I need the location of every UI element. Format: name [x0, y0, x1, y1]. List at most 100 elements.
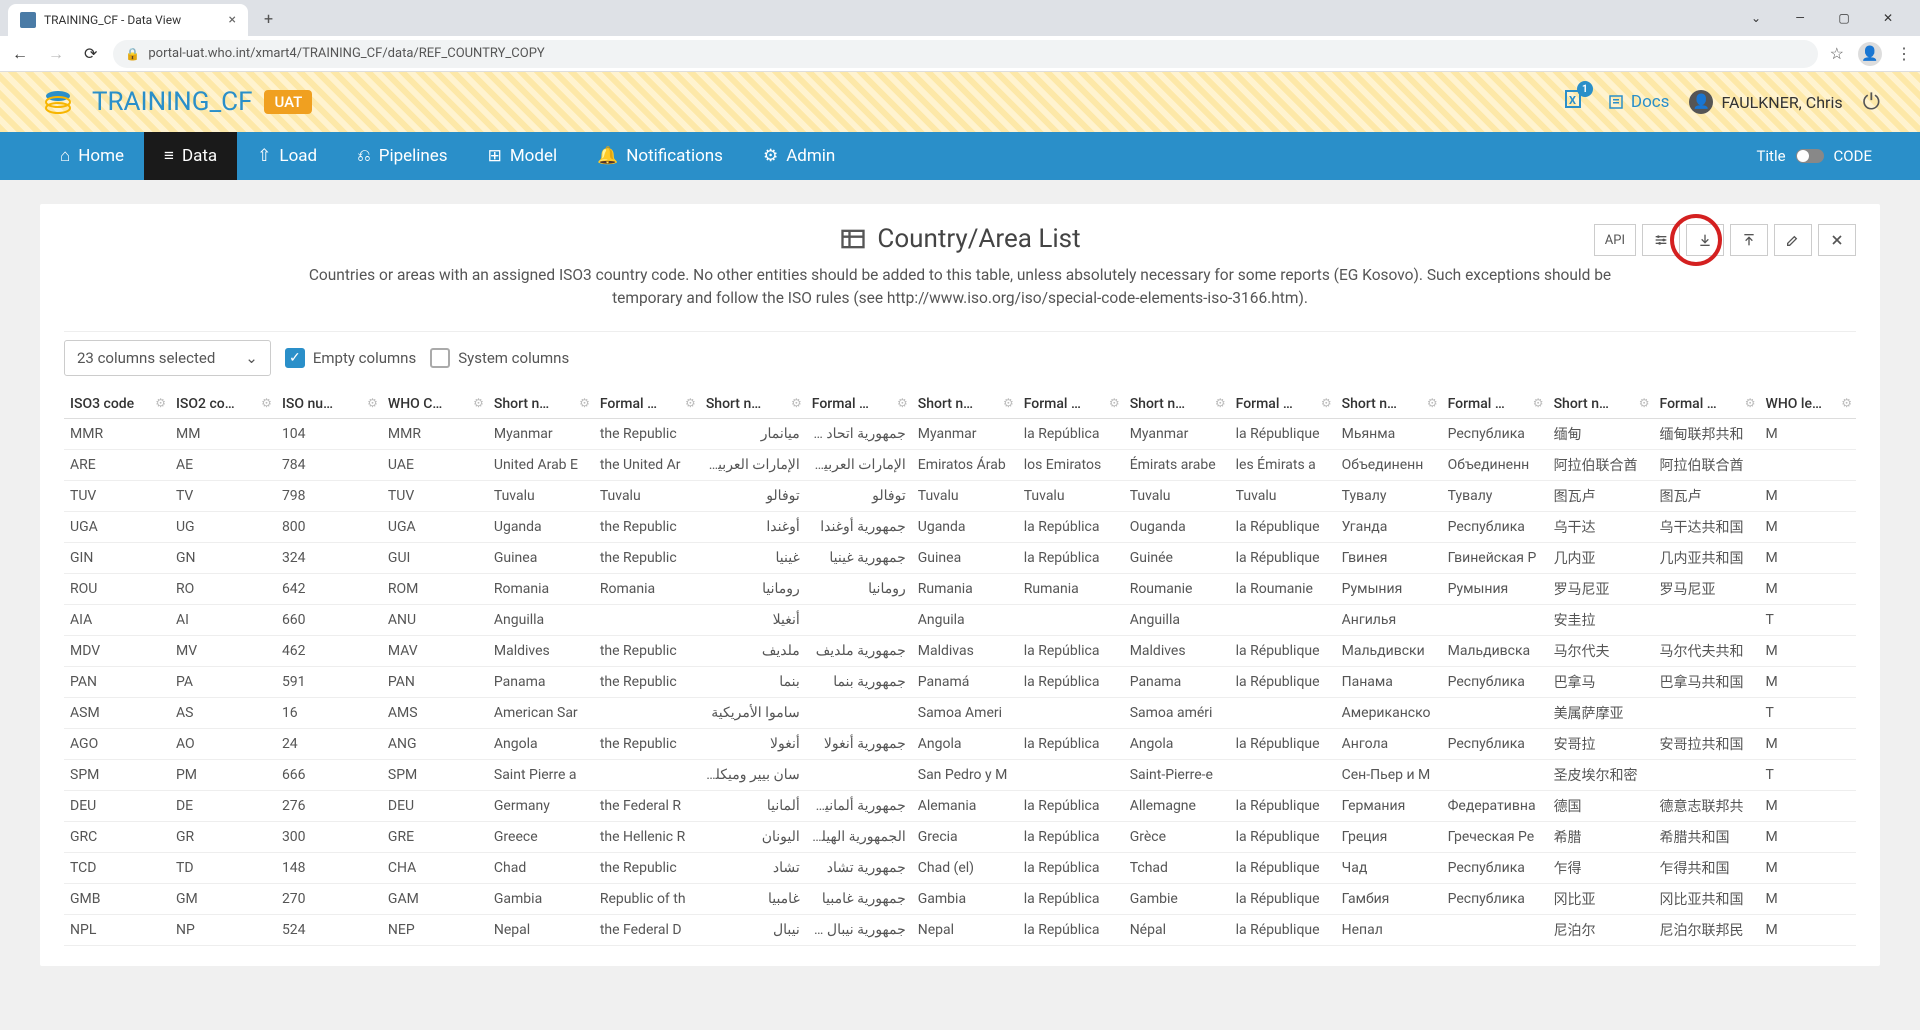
- column-gear-icon[interactable]: ⚙: [685, 396, 696, 410]
- column-header[interactable]: Short n…⚙: [912, 390, 1018, 419]
- table-cell: غامبيا: [700, 883, 806, 914]
- column-header[interactable]: WHO C…⚙: [382, 390, 488, 419]
- nav-item-home[interactable]: ⌂Home: [40, 132, 144, 180]
- empty-columns-checkbox[interactable]: ✓ Empty columns: [285, 348, 416, 368]
- browser-tab[interactable]: TRAINING_CF - Data View ×: [8, 4, 248, 36]
- nav-item-load[interactable]: ⇧Load: [237, 132, 337, 180]
- column-header[interactable]: Formal …⚙: [1018, 390, 1124, 419]
- column-gear-icon[interactable]: ⚙: [1109, 396, 1120, 410]
- table-cell: Guinea: [912, 542, 1018, 573]
- table-row[interactable]: DEUDE276DEUGermanythe Federal Rألمانياجم…: [64, 790, 1856, 821]
- column-gear-icon[interactable]: ⚙: [261, 396, 272, 410]
- table-row[interactable]: ROURO642ROMRomaniaRomaniaرومانيارومانياR…: [64, 573, 1856, 604]
- table-row[interactable]: GINGN324GUIGuineathe Republicغينياجمهوري…: [64, 542, 1856, 573]
- excel-export-button[interactable]: X 1: [1563, 87, 1587, 117]
- columns-select[interactable]: 23 columns selected ⌄: [64, 340, 271, 376]
- column-header[interactable]: ISO3 code⚙: [64, 390, 170, 419]
- table-cell: MMR: [64, 418, 170, 449]
- table-cell: M: [1760, 511, 1857, 542]
- table-cell: Gambia: [488, 883, 594, 914]
- table-row[interactable]: GMBGM270GAMGambiaRepublic of thغامبياجمه…: [64, 883, 1856, 914]
- caret-down-icon[interactable]: ⌄: [1744, 11, 1768, 25]
- column-header[interactable]: Short n…⚙: [1336, 390, 1442, 419]
- nav-item-notifications[interactable]: 🔔Notifications: [577, 132, 743, 180]
- column-gear-icon[interactable]: ⚙: [579, 396, 590, 410]
- settings-button[interactable]: [1642, 224, 1680, 256]
- table-row[interactable]: MDVMV462MAVMaldivesthe Republicملديفجمهو…: [64, 635, 1856, 666]
- column-header[interactable]: Short n…⚙: [488, 390, 594, 419]
- column-header[interactable]: Short n…⚙: [1548, 390, 1654, 419]
- column-header[interactable]: ISO2 co…⚙: [170, 390, 276, 419]
- reload-button[interactable]: ⟳: [80, 40, 101, 67]
- column-header[interactable]: Formal …⚙: [1654, 390, 1760, 419]
- column-header[interactable]: Short n…⚙: [700, 390, 806, 419]
- table-row[interactable]: PANPA591PANPanamathe Republicبنماجمهورية…: [64, 666, 1856, 697]
- table-row[interactable]: AGOAO24ANGAngolathe Republicأنغولاجمهوري…: [64, 728, 1856, 759]
- column-gear-icon[interactable]: ⚙: [1215, 396, 1226, 410]
- back-button[interactable]: ←: [8, 40, 32, 68]
- table-cell: Romania: [594, 573, 700, 604]
- forward-button[interactable]: →: [44, 40, 68, 68]
- column-gear-icon[interactable]: ⚙: [1841, 396, 1852, 410]
- nav-item-pipelines[interactable]: ⎌Pipelines: [337, 132, 467, 180]
- table-row[interactable]: AIAAI660ANUAnguillaأنغيلاAnguilaAnguilla…: [64, 604, 1856, 635]
- table-cell: Гвинейская Р: [1442, 542, 1548, 573]
- table-cell: UG: [170, 511, 276, 542]
- table-cell: جمهورية غينيا: [806, 542, 912, 573]
- column-header[interactable]: WHO le…⚙: [1760, 390, 1857, 419]
- table-row[interactable]: TUVTV798TUVTuvaluTuvaluتوفالوتوفالوTuval…: [64, 480, 1856, 511]
- table-row[interactable]: UGAUG800UGAUgandathe Republicأوغنداجمهور…: [64, 511, 1856, 542]
- power-button[interactable]: ⏻: [1863, 90, 1880, 115]
- api-button[interactable]: API: [1594, 224, 1636, 256]
- column-header[interactable]: ISO nu…⚙: [276, 390, 382, 419]
- column-gear-icon[interactable]: ⚙: [1427, 396, 1438, 410]
- table-cell: 784: [276, 449, 382, 480]
- edit-button[interactable]: [1774, 224, 1812, 256]
- column-gear-icon[interactable]: ⚙: [1745, 396, 1756, 410]
- title-code-toggle[interactable]: [1796, 149, 1824, 163]
- minimize-icon[interactable]: ―: [1788, 11, 1812, 25]
- table-cell: 希腊共和国: [1654, 821, 1760, 852]
- kebab-menu-icon[interactable]: ⋮: [1896, 44, 1912, 63]
- table-row[interactable]: ASMAS16AMSAmerican Sarساموا الأمريكيةSam…: [64, 697, 1856, 728]
- column-header[interactable]: Formal …⚙: [594, 390, 700, 419]
- nav-item-data[interactable]: ≡Data: [144, 132, 237, 180]
- table-cell: SPM: [64, 759, 170, 790]
- nav-item-model[interactable]: ⊞Model: [468, 132, 578, 180]
- new-tab-button[interactable]: +: [256, 5, 281, 32]
- table-row[interactable]: GRCGR300GREGreecethe Hellenic Rاليونانال…: [64, 821, 1856, 852]
- column-header[interactable]: Short n…⚙: [1124, 390, 1230, 419]
- column-gear-icon[interactable]: ⚙: [897, 396, 908, 410]
- column-gear-icon[interactable]: ⚙: [155, 396, 166, 410]
- column-gear-icon[interactable]: ⚙: [1003, 396, 1014, 410]
- system-columns-checkbox[interactable]: System columns: [430, 348, 569, 368]
- column-gear-icon[interactable]: ⚙: [1533, 396, 1544, 410]
- column-header[interactable]: Formal …⚙: [806, 390, 912, 419]
- table-cell: GM: [170, 883, 276, 914]
- user-chip[interactable]: 👤 FAULKNER, Chris: [1689, 90, 1842, 114]
- close-window-icon[interactable]: ✕: [1876, 11, 1900, 25]
- bookmark-star-icon[interactable]: ☆: [1830, 44, 1844, 63]
- table-row[interactable]: NPLNP524NEPNepalthe Federal Dنيبالجمهوري…: [64, 914, 1856, 945]
- column-gear-icon[interactable]: ⚙: [1639, 396, 1650, 410]
- upload-button[interactable]: [1730, 224, 1768, 256]
- table-row[interactable]: SPMPM666SPMSaint Pierre aسان بيير وميكلو…: [64, 759, 1856, 790]
- docs-link[interactable]: Docs: [1607, 92, 1670, 112]
- address-bar[interactable]: 🔒 portal-uat.who.int/xmart4/TRAINING_CF/…: [113, 40, 1817, 68]
- column-gear-icon[interactable]: ⚙: [791, 396, 802, 410]
- table-cell: ANG: [382, 728, 488, 759]
- profile-button[interactable]: 👤: [1858, 42, 1882, 66]
- close-panel-button[interactable]: [1818, 224, 1856, 256]
- table-row[interactable]: MMRMM104MMRMyanmarthe Republicميانمارجمه…: [64, 418, 1856, 449]
- column-header[interactable]: Formal …⚙: [1230, 390, 1336, 419]
- column-header[interactable]: Formal …⚙: [1442, 390, 1548, 419]
- table-row[interactable]: AREAE784UAEUnited Arab Ethe United Arالإ…: [64, 449, 1856, 480]
- column-gear-icon[interactable]: ⚙: [473, 396, 484, 410]
- maximize-icon[interactable]: ▢: [1832, 11, 1856, 25]
- column-gear-icon[interactable]: ⚙: [1321, 396, 1332, 410]
- table-row[interactable]: TCDTD148CHAChadthe Republicتشادجمهورية ت…: [64, 852, 1856, 883]
- nav-item-admin[interactable]: ⚙Admin: [743, 132, 855, 180]
- download-button[interactable]: [1686, 224, 1724, 256]
- column-gear-icon[interactable]: ⚙: [367, 396, 378, 410]
- close-tab-icon[interactable]: ×: [229, 12, 236, 28]
